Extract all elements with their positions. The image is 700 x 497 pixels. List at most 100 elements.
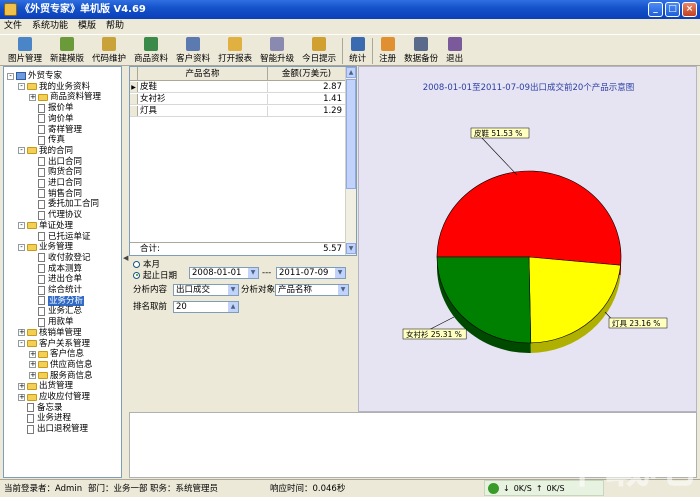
start-date-dropdown-icon[interactable]: ▼ — [248, 268, 258, 278]
tree-item[interactable]: + 供应商信息 — [29, 360, 93, 370]
collapse-icon[interactable]: - — [7, 72, 14, 80]
statistics-button[interactable]: 统计 — [345, 35, 370, 65]
tree-item[interactable]: 出口退税管理 — [18, 424, 88, 434]
splitter[interactable]: ◀ — [122, 66, 129, 478]
analysis-content-select[interactable]: 出口成交 ▼ — [173, 284, 239, 296]
cell-amount[interactable]: 2.87 — [268, 82, 346, 92]
expand-icon[interactable]: + — [29, 372, 36, 380]
tree-item[interactable]: 收付款登记 — [29, 253, 91, 263]
table-row[interactable]: ▶ 皮鞋 2.87 — [130, 82, 346, 93]
radio-date-range-dot[interactable] — [133, 271, 140, 279]
tree-item[interactable]: 业务分析 — [29, 295, 85, 306]
expand-icon[interactable]: + — [29, 350, 36, 358]
customer-info-button[interactable]: 客户资料 — [172, 35, 214, 65]
minimize-button[interactable]: _ — [648, 2, 663, 17]
expand-icon[interactable]: + — [18, 382, 25, 390]
data-backup-button[interactable]: 数据备份 — [400, 35, 442, 65]
tree-item[interactable]: 代理协议 — [29, 210, 82, 220]
close-button[interactable]: × — [682, 2, 697, 17]
tree-item[interactable]: 寄样管理 — [29, 125, 82, 135]
tree-item[interactable]: + 服务商信息 — [29, 371, 93, 381]
pie-slice-1[interactable] — [528, 256, 621, 344]
collapse-icon[interactable]: - — [18, 83, 25, 91]
tree-item[interactable]: - 业务管理 — [18, 242, 73, 252]
tree-item[interactable]: 业务汇总 — [29, 306, 82, 316]
tree-item[interactable]: 综合统计 — [29, 285, 82, 295]
rank-top-stepper[interactable]: 20 ▲ — [173, 301, 239, 313]
expand-icon[interactable]: + — [18, 329, 25, 337]
analysis-object-select[interactable]: 产品名称 ▼ — [275, 284, 349, 296]
tree-item[interactable]: 销售合同 — [29, 189, 82, 199]
collapse-icon[interactable]: - — [18, 147, 25, 155]
tree-item[interactable]: 购货合同 — [29, 167, 82, 177]
tree-item[interactable]: 业务进程 — [18, 413, 71, 423]
collapse-icon[interactable]: - — [18, 243, 25, 251]
collapse-arrow-icon[interactable]: ◀ — [123, 254, 128, 262]
end-date-dropdown-icon[interactable]: ▼ — [335, 268, 345, 278]
tree-item[interactable]: 出口合同 — [29, 157, 82, 167]
menu-help[interactable]: 帮助 — [106, 19, 124, 34]
tree-item[interactable]: 询价单 — [29, 114, 74, 124]
column-header-amount[interactable]: 金额(万美元) — [268, 67, 346, 80]
maximize-button[interactable]: □ — [665, 2, 680, 17]
tree-item[interactable]: 委托加工合同 — [29, 199, 99, 209]
open-report-button[interactable]: 打开报表 — [214, 35, 256, 65]
menu-system[interactable]: 系统功能 — [32, 19, 68, 34]
end-date-field[interactable]: 2011-07-09 ▼ — [276, 267, 346, 279]
tree-item[interactable]: 进出仓单 — [29, 274, 82, 284]
radio-this-month-dot[interactable] — [133, 260, 140, 268]
tree-item[interactable]: 传真 — [29, 135, 65, 145]
tree-item[interactable]: + 核销单管理 — [18, 328, 82, 338]
expand-icon[interactable]: + — [29, 93, 36, 101]
app-icon — [4, 3, 17, 16]
exit-button[interactable]: 退出 — [442, 35, 467, 65]
table-row[interactable]: 女衬衫 1.41 — [130, 94, 346, 105]
rank-top-spin-icon[interactable]: ▲ — [228, 302, 238, 312]
scroll-up-icon[interactable]: ▲ — [346, 67, 356, 78]
new-template-button[interactable]: 新建模版 — [46, 35, 88, 65]
collapse-icon[interactable]: - — [18, 222, 25, 230]
tree-item[interactable]: 报价单 — [29, 103, 74, 113]
tree-item[interactable]: - 客户关系管理 — [18, 339, 90, 349]
scroll-thumb[interactable] — [346, 79, 356, 189]
expand-icon[interactable]: + — [29, 361, 36, 369]
daily-tip-button[interactable]: 今日提示 — [298, 35, 340, 65]
tree-item[interactable]: + 客户信息 — [29, 349, 84, 359]
register-button[interactable]: 注册 — [375, 35, 400, 65]
scroll-down-icon[interactable]: ▼ — [346, 243, 356, 254]
tree-item[interactable]: + 应收应付管理 — [18, 392, 90, 402]
network-speed-icon[interactable] — [488, 482, 499, 494]
cell-product-name[interactable]: 女衬衫 — [138, 94, 268, 104]
cell-amount[interactable]: 1.41 — [268, 94, 346, 104]
tree-item[interactable]: 备忘录 — [18, 403, 63, 413]
image-manage-button[interactable]: 图片管理 — [4, 35, 46, 65]
tree-item[interactable]: - 我的合同 — [18, 146, 73, 156]
grid-scrollbar[interactable]: ▲ ▼ — [345, 67, 356, 255]
pie-slice-0[interactable] — [436, 170, 622, 266]
tree-item[interactable]: + 出货管理 — [18, 381, 73, 391]
menu-file[interactable]: 文件 — [4, 19, 22, 34]
analysis-content-dropdown-icon[interactable]: ▼ — [228, 285, 238, 295]
analysis-object-dropdown-icon[interactable]: ▼ — [338, 285, 348, 295]
cell-amount[interactable]: 1.29 — [268, 106, 346, 116]
tree-item[interactable]: 进口合同 — [29, 178, 82, 188]
goods-info-button[interactable]: 商品资料 — [130, 35, 172, 65]
menu-template[interactable]: 模版 — [78, 19, 96, 34]
cell-product-name[interactable]: 灯具 — [138, 106, 268, 116]
tree-item[interactable]: - 我的业务资料 — [18, 82, 90, 92]
start-date-field[interactable]: 2008-01-01 ▼ — [189, 267, 259, 279]
collapse-icon[interactable]: - — [18, 340, 25, 347]
tree-item[interactable]: + 商品资料管理 — [29, 92, 101, 102]
tree-item[interactable]: - 外贸专家 — [7, 71, 62, 81]
tree-item[interactable]: - 单证处理 — [18, 221, 73, 231]
tree-item[interactable]: 成本测算 — [29, 264, 82, 274]
smart-upgrade-button[interactable]: 智能升级 — [256, 35, 298, 65]
tree-item[interactable]: 已托运单证 — [29, 232, 91, 242]
radio-date-range[interactable]: 起止日期 — [133, 269, 177, 281]
table-row[interactable]: 灯具 1.29 — [130, 106, 346, 117]
tree-item[interactable]: 用款单 — [29, 317, 74, 327]
column-header-product[interactable]: 产品名称 — [138, 67, 268, 80]
expand-icon[interactable]: + — [18, 393, 25, 401]
cell-product-name[interactable]: 皮鞋 — [138, 82, 268, 92]
code-maintain-button[interactable]: 代码维护 — [88, 35, 130, 65]
